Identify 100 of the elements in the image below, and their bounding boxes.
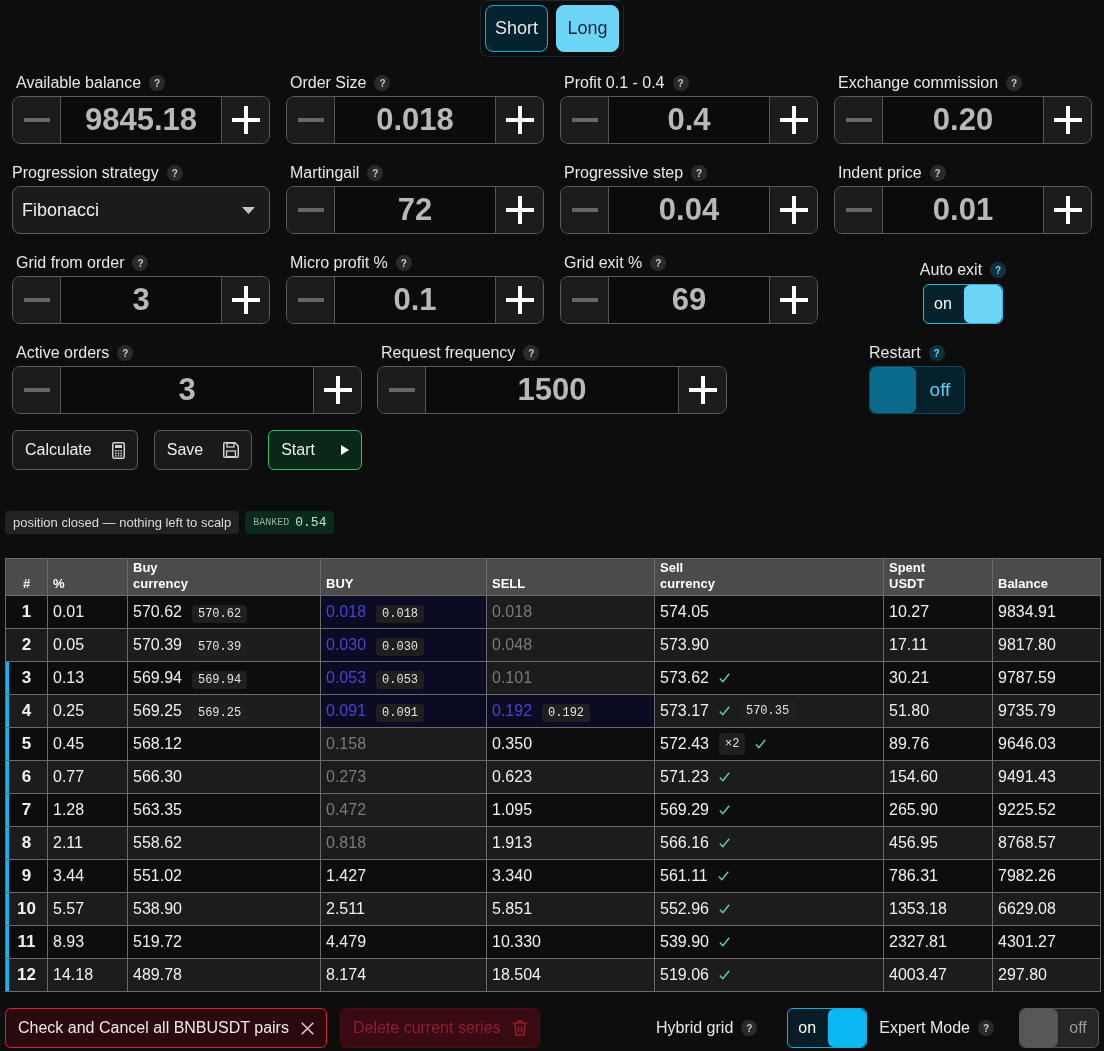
decrement-button[interactable]	[287, 187, 335, 233]
cell-value: 2.511	[326, 900, 365, 917]
decrement-button[interactable]	[287, 97, 335, 143]
increment-button[interactable]	[1043, 97, 1091, 143]
value-field[interactable]: 0.04	[609, 187, 769, 233]
decrement-button[interactable]	[13, 97, 61, 143]
amount-badge: 0.030	[376, 638, 425, 656]
help-icon[interactable]: ?	[1006, 75, 1023, 91]
check-icon	[718, 904, 730, 914]
help-icon[interactable]: ?	[691, 165, 708, 181]
table-cell: 9646.03	[992, 727, 1101, 761]
increment-button[interactable]	[769, 187, 817, 233]
field-label: Grid from order	[16, 253, 125, 273]
increment-button[interactable]	[221, 277, 269, 323]
plus-icon	[505, 286, 534, 314]
help-icon[interactable]: ?	[672, 75, 689, 91]
increment-button[interactable]	[313, 367, 361, 413]
help-icon[interactable]: ?	[117, 345, 134, 361]
help-icon[interactable]: ?	[395, 255, 412, 271]
decrement-button[interactable]	[561, 277, 609, 323]
decrement-button[interactable]	[13, 367, 61, 413]
toggle-switch[interactable]: off	[869, 366, 965, 414]
table-cell: 0.01	[47, 595, 128, 629]
cancel-pairs-button[interactable]: Check and Cancel all BNBUSDT pairs	[5, 1008, 327, 1048]
minus-icon	[23, 298, 50, 302]
help-icon[interactable]: ?	[929, 165, 946, 181]
increment-button[interactable]	[769, 97, 817, 143]
help-icon[interactable]: ?	[367, 165, 384, 181]
row-number: 6	[21, 767, 32, 787]
cell-value: 0.472	[326, 801, 367, 818]
row-number: 5	[21, 734, 32, 754]
table-cell: 30.21	[883, 661, 993, 695]
increment-button[interactable]	[495, 97, 543, 143]
value-field[interactable]: 3	[61, 277, 221, 323]
help-icon[interactable]: ?	[928, 345, 945, 361]
column-header: %	[53, 576, 65, 592]
help-icon[interactable]: ?	[523, 345, 540, 361]
value-field[interactable]: 1500	[426, 367, 678, 413]
value-field[interactable]: 3	[61, 367, 313, 413]
row-number: 9	[21, 866, 32, 886]
increment-button[interactable]	[1043, 187, 1091, 233]
value-field[interactable]: 0.4	[609, 97, 769, 143]
save-button[interactable]: Save	[153, 430, 253, 470]
row-number: 1	[21, 602, 32, 622]
table-cell: 14.18	[47, 958, 128, 992]
cell-value: 0.623	[492, 768, 533, 785]
table-cell: 17.11	[883, 628, 993, 662]
help-icon[interactable]: ?	[990, 262, 1007, 278]
calculate-button[interactable]: Calculate	[12, 430, 138, 470]
decrement-button[interactable]	[378, 367, 426, 413]
start-button[interactable]: Start	[268, 430, 362, 470]
decrement-button[interactable]	[561, 187, 609, 233]
check-icon	[718, 706, 730, 716]
value-field[interactable]: 9845.18	[61, 97, 221, 143]
cell-value: 519.06	[660, 965, 709, 985]
direction-tab[interactable]: Long	[556, 5, 619, 52]
plus-icon	[779, 106, 808, 134]
toggle-switch[interactable]: off	[1019, 1008, 1099, 1048]
decrement-button[interactable]	[835, 97, 883, 143]
table-cell: 4301.27	[992, 925, 1101, 959]
decrement-button[interactable]	[13, 277, 61, 323]
minus-icon	[297, 118, 324, 122]
row-number: 4	[21, 701, 32, 721]
toggle-switch[interactable]: on	[787, 1008, 868, 1048]
increment-button[interactable]	[769, 277, 817, 323]
cell-value: 1.427	[326, 867, 367, 884]
decrement-button[interactable]	[561, 97, 609, 143]
increment-button[interactable]	[221, 97, 269, 143]
column-header: Spent USDT	[889, 560, 926, 592]
help-icon[interactable]: ?	[978, 1020, 994, 1036]
value-field[interactable]: 0.01	[883, 187, 1043, 233]
toggle-switch[interactable]: on	[923, 284, 1003, 324]
plus-icon	[505, 196, 534, 224]
help-icon[interactable]: ?	[132, 255, 149, 271]
help-icon[interactable]: ?	[374, 75, 391, 91]
decrement-button[interactable]	[287, 277, 335, 323]
cell-value: 1.095	[492, 801, 533, 818]
value-field[interactable]: 69	[609, 277, 769, 323]
table-cell: 10.27	[883, 595, 993, 629]
decrement-button[interactable]	[835, 187, 883, 233]
plus-icon	[231, 286, 260, 314]
help-icon[interactable]: ?	[166, 165, 183, 181]
table-cell: 0.05	[47, 628, 128, 662]
increment-button[interactable]	[678, 367, 726, 413]
value-field[interactable]: 0.20	[883, 97, 1043, 143]
help-icon[interactable]: ?	[741, 1020, 758, 1036]
cell-value: 0.053	[326, 669, 367, 686]
select-field[interactable]: Fibonacci	[12, 186, 270, 234]
value-field[interactable]: 0.1	[335, 277, 495, 323]
direction-tab[interactable]: Short	[485, 5, 548, 52]
banked-value: 0.54	[295, 513, 327, 532]
table-cell: 9834.91	[992, 595, 1101, 629]
help-icon[interactable]: ?	[650, 255, 667, 271]
increment-button[interactable]	[495, 277, 543, 323]
cell-value: 566.30	[133, 768, 182, 785]
increment-button[interactable]	[495, 187, 543, 233]
value-field[interactable]: 0.018	[335, 97, 495, 143]
cell-value: 573.62	[660, 668, 709, 688]
help-icon[interactable]: ?	[149, 75, 166, 91]
value-field[interactable]: 72	[335, 187, 495, 233]
